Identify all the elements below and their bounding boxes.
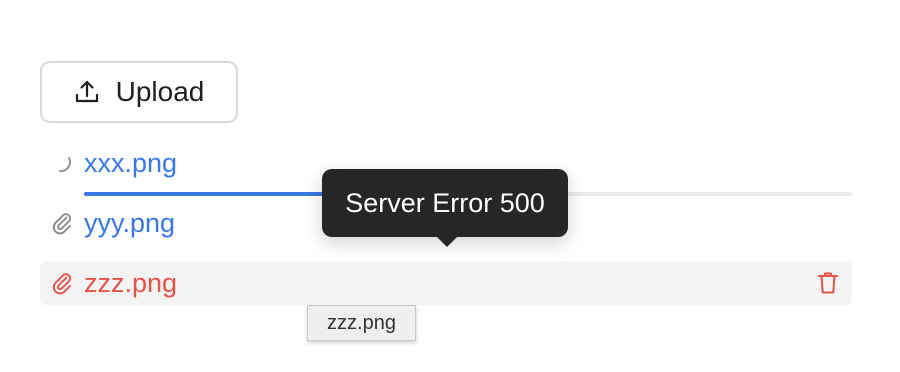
upload-button[interactable]: Upload (40, 61, 238, 123)
trash-icon[interactable] (814, 269, 842, 297)
tooltip-arrow (436, 236, 458, 247)
error-tooltip-text: Server Error 500 (345, 187, 545, 218)
paperclip-icon (40, 261, 84, 305)
error-tooltip: Server Error 500 (322, 169, 568, 247)
upload-progress-fill (84, 192, 338, 196)
upload-icon (75, 80, 98, 103)
file-name-link[interactable]: zzz.png (84, 268, 177, 299)
file-item-error[interactable]: zzz.png (40, 261, 852, 305)
paperclip-icon (40, 201, 84, 245)
spinner-icon (40, 141, 84, 185)
file-name-link[interactable]: xxx.png (84, 148, 177, 179)
upload-button-label: Upload (115, 76, 205, 107)
filename-native-tooltip: zzz.png (307, 305, 416, 341)
file-name-link[interactable]: yyy.png (84, 208, 175, 239)
native-tooltip-text: zzz.png (327, 311, 396, 334)
